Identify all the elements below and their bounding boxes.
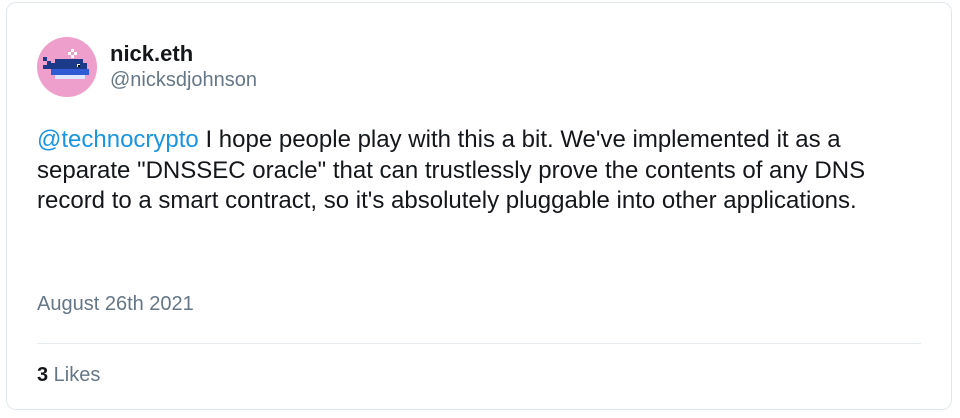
tweet-header: nick.eth @nicksdjohnson	[37, 37, 257, 97]
likes-count: 3	[37, 364, 49, 386]
avatar[interactable]	[37, 37, 97, 97]
tweet-text: @technocrypto I hope people play with th…	[37, 125, 917, 217]
user-info: nick.eth @nicksdjohnson	[110, 41, 257, 93]
likes-stat[interactable]: 3 Likes	[37, 364, 100, 387]
user-handle[interactable]: @nicksdjohnson	[110, 67, 257, 93]
tweet-card: nick.eth @nicksdjohnson @technocrypto I …	[6, 2, 952, 410]
display-name[interactable]: nick.eth	[110, 41, 257, 67]
divider	[37, 343, 921, 344]
likes-label: Likes	[48, 364, 101, 386]
tweet-date[interactable]: August 26th 2021	[37, 293, 194, 316]
mention-link[interactable]: @technocrypto	[37, 126, 199, 153]
pixel-whale-icon	[43, 49, 89, 79]
